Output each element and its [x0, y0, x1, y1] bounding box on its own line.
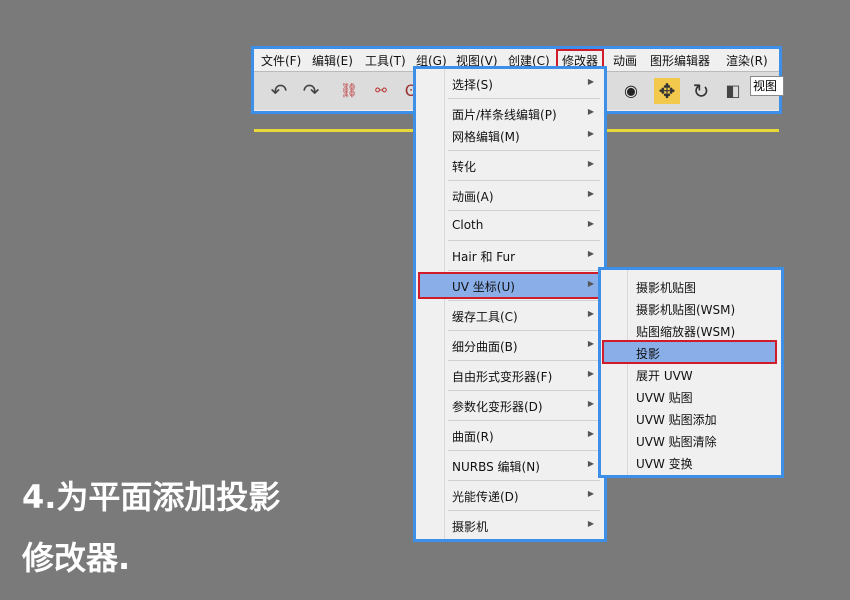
submenu-item-label: 摄影机贴图(WSM): [636, 303, 736, 317]
menu-item-label: 转化: [452, 160, 477, 174]
unlink-icon[interactable]: ⚯: [368, 78, 394, 104]
submenu-arrow-icon: ▶: [587, 399, 594, 408]
menu-item[interactable]: NURBS 编辑(N) ▶: [420, 454, 600, 477]
menu-separator: [448, 480, 600, 481]
selection-region-icon[interactable]: ◉: [618, 78, 644, 104]
submenu-item-label: 展开 UVW: [636, 369, 693, 383]
menu-animation[interactable]: 动画: [613, 52, 637, 69]
submenu-item-label: UVW 贴图添加: [636, 413, 717, 427]
menu-item-label: 参数化变形器(D): [452, 400, 543, 414]
menu-item[interactable]: Hair 和 Fur ▶: [420, 244, 600, 267]
submenu-arrow-icon: ▶: [587, 159, 594, 168]
menu-separator: [448, 270, 600, 271]
menu-tools[interactable]: 工具(T): [365, 52, 406, 69]
menu-item-label: 网格编辑(M): [452, 130, 520, 144]
menu-item[interactable]: 缓存工具(C) ▶: [420, 304, 600, 327]
submenu-item-label: UVW 贴图: [636, 391, 693, 405]
submenu-arrow-icon: ▶: [587, 339, 594, 348]
menu-item-label: UV 坐标(U): [452, 280, 515, 294]
caption-line-1: 4.为平面添加投影: [22, 478, 281, 516]
move-icon[interactable]: ✥: [654, 78, 680, 104]
menu-separator: [448, 420, 600, 421]
uv-coordinates-submenu: 摄影机贴图摄影机贴图(WSM) 贴图缩放器(WSM) 投影展开 UVW UVW 贴图 U…: [598, 267, 784, 478]
menu-rendering[interactable]: 渲染(R): [726, 52, 768, 69]
menu-separator: [448, 450, 600, 451]
submenu-item[interactable]: UVW 贴图: [604, 386, 775, 406]
submenu-arrow-icon: ▶: [587, 459, 594, 468]
menu-item-label: 面片/样条线编辑(P): [452, 108, 557, 122]
submenu-item-label: UVW 变换: [636, 457, 693, 471]
menu-item-label: Cloth: [452, 218, 484, 232]
menu-separator: [448, 390, 600, 391]
submenu-arrow-icon: ▶: [587, 189, 594, 198]
submenu-arrow-icon: ▶: [587, 429, 594, 438]
redo-icon[interactable]: ↷: [298, 78, 324, 104]
menu-separator: [448, 510, 600, 511]
menu-item[interactable]: 曲面(R) ▶: [420, 424, 600, 447]
submenu-item[interactable]: 摄影机贴图(WSM): [604, 298, 775, 318]
submenu-item[interactable]: 贴图缩放器(WSM): [604, 320, 775, 340]
menu-item-label: 细分曲面(B): [452, 340, 518, 354]
submenu-item-label: 投影: [636, 347, 661, 361]
menu-file[interactable]: 文件(F): [261, 52, 301, 69]
submenu-arrow-icon: ▶: [587, 519, 594, 528]
menu-separator: [448, 330, 600, 331]
submenu-arrow-icon: ▶: [587, 279, 594, 288]
menu-item[interactable]: UV 坐标(U) ▶: [418, 272, 602, 299]
view-dropdown[interactable]: 视图: [750, 76, 784, 96]
menu-item[interactable]: 转化 ▶: [420, 154, 600, 177]
submenu-arrow-icon: ▶: [587, 107, 594, 116]
menu-item[interactable]: Cloth ▶: [420, 214, 600, 237]
modifiers-dropdown: 选择(S) ▶ 面片/样条线编辑(P) ▶ 网格编辑(M) ▶ 转化 ▶ 动画(A) ▶ Cloth…: [413, 66, 607, 542]
scale-icon[interactable]: ◧: [720, 78, 746, 104]
menu-item-label: 曲面(R): [452, 430, 494, 444]
menu-item[interactable]: 网格编辑(M) ▶: [420, 124, 600, 147]
submenu-item[interactable]: 摄影机贴图: [604, 276, 775, 296]
caption-line-2: 修改器.: [22, 539, 131, 577]
menu-edit[interactable]: 编辑(E): [312, 52, 353, 69]
submenu-arrow-icon: ▶: [587, 309, 594, 318]
submenu-item-label: 摄影机贴图: [636, 281, 697, 295]
menu-item-label: 自由形式变形器(F): [452, 370, 553, 384]
submenu-arrow-icon: ▶: [587, 489, 594, 498]
menu-item[interactable]: 细分曲面(B) ▶: [420, 334, 600, 357]
menu-item[interactable]: 摄影机 ▶: [420, 514, 600, 537]
submenu-item-label: 贴图缩放器(WSM): [636, 325, 736, 339]
menu-graph-editors[interactable]: 图形编辑器: [650, 52, 710, 69]
menu-item[interactable]: 选择(S) ▶: [420, 72, 600, 95]
link-icon[interactable]: ⛓: [336, 78, 362, 104]
menu-separator: [448, 240, 600, 241]
menu-item[interactable]: 参数化变形器(D) ▶: [420, 394, 600, 417]
menu-separator: [448, 180, 600, 181]
submenu-item[interactable]: 展开 UVW: [604, 364, 775, 384]
submenu-arrow-icon: ▶: [587, 249, 594, 258]
submenu-item[interactable]: 投影: [602, 340, 777, 364]
menu-separator: [448, 150, 600, 151]
menu-item[interactable]: 自由形式变形器(F) ▶: [420, 364, 600, 387]
menu-item-label: 光能传递(D): [452, 490, 519, 504]
menu-item[interactable]: 动画(A) ▶: [420, 184, 600, 207]
menu-separator: [448, 360, 600, 361]
submenu-item[interactable]: UVW 贴图清除: [604, 430, 775, 450]
submenu-arrow-icon: ▶: [587, 219, 594, 228]
submenu-arrow-icon: ▶: [587, 77, 594, 86]
menu-item-label: Hair 和 Fur: [452, 250, 516, 264]
menu-separator: [448, 98, 600, 99]
submenu-item[interactable]: UVW 贴图添加: [604, 408, 775, 428]
submenu-item[interactable]: UVW 变换: [604, 452, 775, 472]
menu-separator: [448, 300, 600, 301]
submenu-item-label: UVW 贴图清除: [636, 435, 717, 449]
menu-item-label: 选择(S): [452, 78, 493, 92]
rotate-icon[interactable]: ↻: [688, 78, 714, 104]
menu-item-label: 缓存工具(C): [452, 310, 518, 324]
menu-item[interactable]: 光能传递(D) ▶: [420, 484, 600, 507]
menu-separator: [448, 210, 600, 211]
menu-item-label: 摄影机: [452, 520, 489, 534]
undo-icon[interactable]: ↶: [266, 78, 292, 104]
submenu-arrow-icon: ▶: [587, 369, 594, 378]
menu-item[interactable]: 面片/样条线编辑(P) ▶: [420, 102, 600, 125]
menu-item-label: NURBS 编辑(N): [452, 460, 540, 474]
menu-item-label: 动画(A): [452, 190, 494, 204]
submenu-arrow-icon: ▶: [587, 129, 594, 138]
